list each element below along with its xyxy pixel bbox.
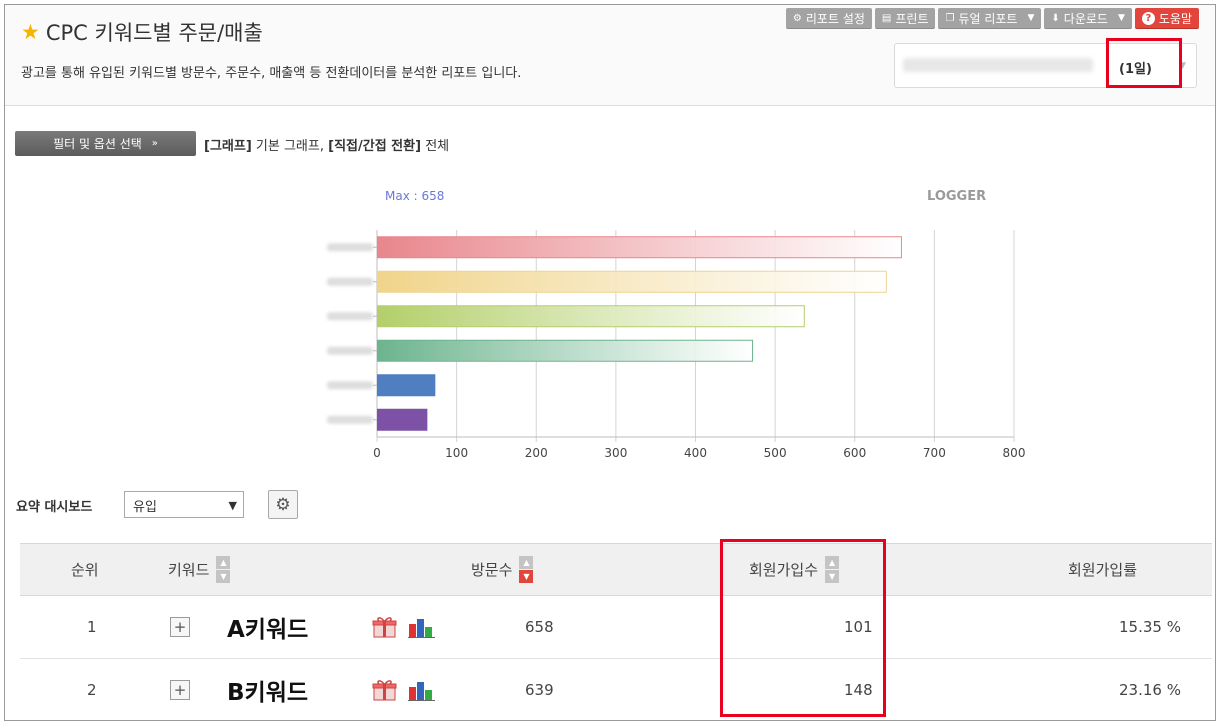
caret-down-icon: ▼ [1027, 13, 1035, 23]
gear-icon: ⚙ [275, 494, 291, 515]
chart-category-blurred [327, 415, 373, 424]
chart-category-blurred [327, 346, 373, 355]
chart-tick-label: 200 [525, 446, 548, 460]
sort-down-icon[interactable]: ▼ [216, 570, 231, 583]
col-signup-rate: 회원가입률 [1068, 561, 1138, 579]
chart-max-label: Max : 658 [385, 189, 444, 203]
sort-visits[interactable]: ▲ ▼ [519, 556, 534, 583]
printer-icon: ▤ [881, 12, 892, 24]
highlight-box-signups [720, 539, 886, 717]
chart-bar [377, 270, 887, 293]
chart-category-blurred [327, 381, 373, 390]
row-rank: 2 [87, 681, 97, 699]
chart-tick-label: 0 [373, 446, 381, 460]
gift-icon[interactable] [372, 596, 397, 658]
graph-tag: [그래프] [204, 139, 252, 154]
dual-report-button[interactable]: ❐ 듀얼 리포트 ▼ [938, 8, 1042, 29]
filter-options-label: 필터 및 옵션 선택 [53, 137, 142, 151]
toolbar: ⚙ 리포트 설정 ▤ 프린트 ❐ 듀얼 리포트 ▼ ⬇ 다운로드 ▼ ? 도움말 [785, 8, 1199, 29]
conversion-tag: [직접/간접 전환] [328, 139, 422, 154]
table-header: 순위 키워드 ▲ ▼ 방문수 ▲ ▼ 회원가입수 ▲ ▼ 회원가입률 [20, 543, 1212, 596]
download-icon: ⬇ [1051, 12, 1060, 24]
double-chevron-down-icon: » [151, 138, 158, 149]
triangle-down-icon: ▼ [228, 499, 237, 512]
chart-brand-label: LOGGER [927, 189, 986, 204]
chart-bar [377, 339, 754, 362]
caret-down-icon: ▼ [1117, 13, 1125, 23]
col-rank: 순위 [71, 561, 99, 579]
plus-icon: + [170, 680, 190, 700]
summary-dashboard-label: 요약 대시보드 [16, 500, 93, 515]
date-range-blurred [903, 58, 1093, 72]
visits-bar-chart: Max : 658 LOGGER 0 100 200 300 400 500 600 700 800 [327, 189, 1026, 460]
row-keyword-text: A키워드 [227, 617, 309, 643]
dashboard-settings-button[interactable]: ⚙ [268, 490, 298, 519]
keyword-table: 순위 키워드 ▲ ▼ 방문수 ▲ ▼ 회원가입수 ▲ ▼ 회원가입률 1 + A… [20, 543, 1212, 720]
gear-icon: ⚙ [792, 12, 802, 24]
col-keyword: 키워드 ▲ ▼ [168, 544, 231, 595]
chart-bar [377, 305, 805, 328]
copy-icon: ❐ [945, 12, 955, 24]
page-title-text: CPC 키워드별 주문/매출 [45, 21, 263, 45]
star-icon[interactable]: ★ [21, 20, 40, 44]
row-keyword-text: B키워드 [227, 680, 309, 706]
print-button[interactable]: ▤ 프린트 [874, 8, 936, 29]
row-signup-rate: 15.35 % [1119, 618, 1181, 636]
row-keyword: A키워드 [227, 596, 308, 658]
plus-icon: + [170, 617, 190, 637]
col-visits-label: 방문수 [471, 561, 513, 579]
help-button[interactable]: ? 도움말 [1134, 8, 1199, 29]
chart-category-blurred [327, 312, 373, 321]
sort-up-icon[interactable]: ▲ [519, 556, 534, 569]
sort-keyword[interactable]: ▲ ▼ [216, 556, 231, 583]
graph-value: 기본 그래프, [255, 139, 324, 154]
bar-chart-icon[interactable] [408, 659, 436, 720]
col-keyword-label: 키워드 [168, 561, 210, 579]
report-header: ★ CPC 키워드별 주문/매출 광고를 통해 유입된 키워드별 방문수, 주문… [5, 5, 1215, 106]
conversion-value: 전체 [425, 139, 450, 154]
sort-up-icon[interactable]: ▲ [216, 556, 231, 569]
row-keyword: B키워드 [227, 659, 309, 720]
chart-tick-label: 700 [923, 446, 946, 460]
report-window: ★ CPC 키워드별 주문/매출 광고를 통해 유입된 키워드별 방문수, 주문… [4, 4, 1216, 721]
report-settings-label: 리포트 설정 [805, 11, 865, 26]
row-rank: 1 [87, 618, 97, 636]
question-icon: ? [1141, 11, 1155, 25]
chart-category-blurred [327, 277, 373, 286]
highlight-box-date [1106, 38, 1182, 88]
table-row: 1 + A키워드 658 101 15.35 % [20, 596, 1212, 659]
expand-row-button[interactable]: + [170, 659, 190, 720]
filter-summary: [그래프] 기본 그래프, [직접/간접 전환] 전체 [204, 135, 449, 154]
chart-bar [377, 408, 428, 431]
row-signup-rate: 23.16 % [1119, 681, 1181, 699]
chart-tick-label: 400 [684, 446, 707, 460]
download-button[interactable]: ⬇ 다운로드 ▼ [1044, 8, 1132, 29]
chart-tick-label: 500 [764, 446, 787, 460]
row-visits: 658 [525, 618, 554, 636]
summary-dashboard-value: 유입 [133, 500, 157, 515]
page-subtitle: 광고를 통해 유입된 키워드별 방문수, 주문수, 매출액 등 전환데이터를 분… [21, 66, 522, 81]
chart-tick-label: 300 [604, 446, 627, 460]
chart-tick-label: 100 [445, 446, 468, 460]
print-label: 프린트 [895, 11, 929, 26]
sort-down-active-icon[interactable]: ▼ [519, 570, 534, 583]
bar-chart-icon[interactable] [408, 596, 436, 658]
table-row: 2 + B키워드 639 148 23.16 % [20, 659, 1212, 720]
report-settings-button[interactable]: ⚙ 리포트 설정 [785, 8, 872, 29]
download-label: 다운로드 [1063, 11, 1108, 26]
gift-icon[interactable] [372, 659, 397, 720]
chart-bar [377, 236, 902, 259]
page-title: ★ CPC 키워드별 주문/매출 [21, 17, 263, 47]
chart-tick-label: 800 [1003, 446, 1026, 460]
chart-tick-label: 600 [843, 446, 866, 460]
row-visits: 639 [525, 681, 554, 699]
expand-row-button[interactable]: + [170, 596, 190, 658]
help-label: 도움말 [1158, 11, 1192, 26]
dual-report-label: 듀얼 리포트 [958, 11, 1018, 26]
col-visits: 방문수 ▲ ▼ [471, 544, 534, 595]
chart-bar [377, 374, 436, 397]
filter-options-button[interactable]: 필터 및 옵션 선택 » [15, 131, 196, 156]
chart-category-blurred [327, 243, 373, 252]
summary-dashboard-select[interactable]: 유입 ▼ [124, 491, 244, 518]
